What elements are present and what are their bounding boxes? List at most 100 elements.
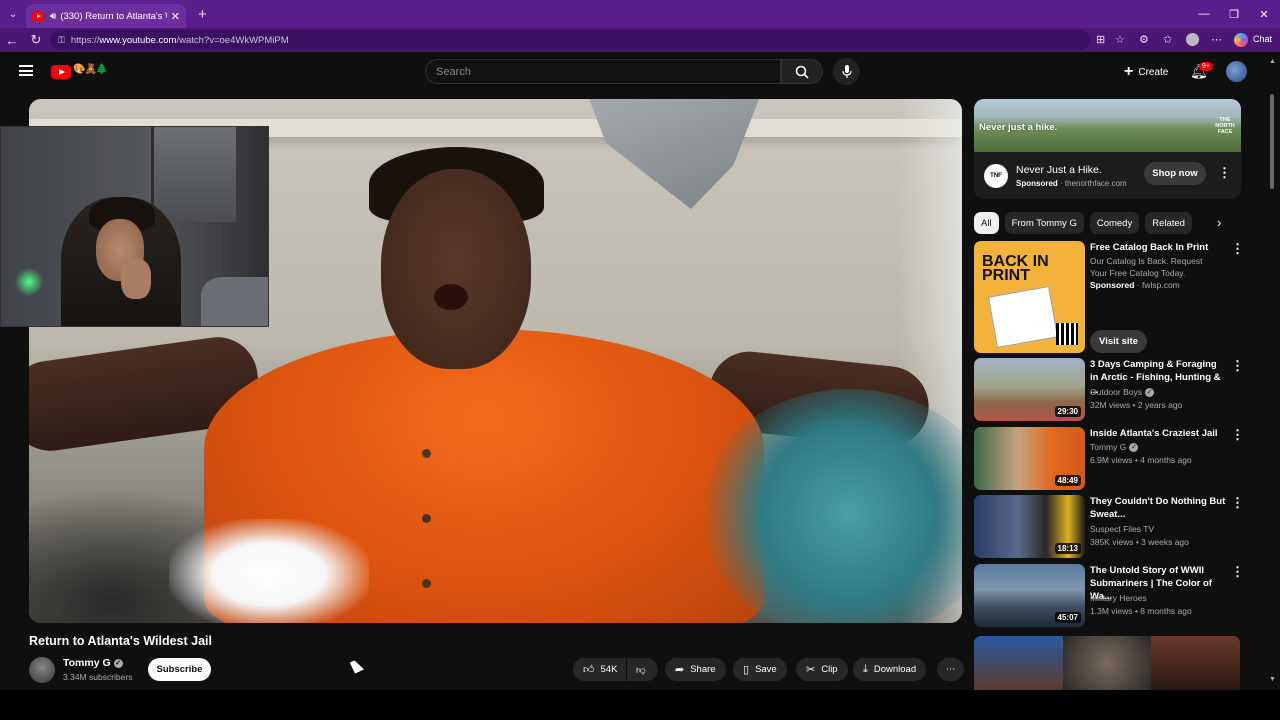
site-info-icon[interactable]: ⚿ — [58, 35, 65, 46]
address-toolbar: ← ↻ ⚿ https://www.youtube.com/watch?v=oe… — [0, 28, 1280, 52]
list-item[interactable]: 29:30 3 Days Camping & Foraging in Arcti… — [974, 358, 1244, 421]
copilot-icon[interactable] — [1234, 33, 1248, 47]
ad-title[interactable]: Never Just a Hike. — [1016, 164, 1102, 176]
list-item[interactable]: 45:07 The Untold Story of WWII Submarine… — [974, 564, 1244, 627]
url-prefix: https:// — [70, 34, 100, 46]
scroll-down-arrow-icon[interactable]: ▼ — [1269, 676, 1276, 683]
next-recommendation-thumbnail[interactable] — [974, 636, 1240, 690]
more-menu-icon[interactable]: ⋯ — [1211, 33, 1222, 46]
ad-more-icon[interactable]: ⋮ — [1218, 166, 1231, 179]
search-input[interactable]: Search — [425, 59, 781, 84]
search-button[interactable] — [781, 59, 823, 84]
save-label: Save — [755, 664, 777, 675]
back-icon[interactable]: ← — [0, 33, 24, 48]
share-button[interactable]: ➦ Share — [665, 658, 726, 681]
video-thumbnail[interactable]: 45:07 — [974, 564, 1085, 627]
voice-search-button[interactable] — [833, 58, 860, 85]
scissors-icon: ✂ — [806, 664, 816, 676]
scrollbar-thumb[interactable] — [1270, 94, 1274, 189]
subscriber-count: 3.34M subscribers — [63, 672, 133, 682]
rec-title[interactable]: Inside Atlanta's Craziest Jail — [1090, 427, 1226, 440]
favorite-star-icon[interactable]: ☆ — [1115, 33, 1125, 46]
share-icon: ➦ — [675, 664, 685, 676]
doodle-icon[interactable]: 🎨🧸🌲 — [73, 64, 108, 75]
ad-banner-text: Never just a hike. — [979, 122, 1058, 133]
filter-chips: All From Tommy G Comedy Related — [974, 211, 1244, 235]
youtube-logo[interactable] — [51, 65, 71, 79]
active-tab[interactable]: 🔊︎ (330) Return to Atlanta's Wildest Jai… — [26, 4, 186, 28]
tab-actions-menu-icon[interactable]: ⌄ — [0, 0, 26, 28]
shop-now-button[interactable]: Shop now — [1144, 162, 1206, 185]
scroll-up-arrow-icon[interactable]: ▲ — [1269, 58, 1276, 65]
webcam-green-light — [15, 267, 43, 297]
verified-icon: ✓ — [1129, 443, 1139, 452]
video-thumbnail[interactable]: 29:30 — [974, 358, 1085, 421]
rec-more-icon[interactable]: ⋮ — [1231, 565, 1244, 578]
channel-name[interactable]: Tommy G ✓ — [63, 657, 123, 669]
rec-channel[interactable]: Tommy G ✓ — [1090, 442, 1139, 452]
url-field[interactable]: ⚿ https://www.youtube.com/watch?v=oe4WkW… — [50, 30, 1090, 50]
chevron-right-icon[interactable]: › — [1217, 215, 1221, 230]
new-tab-icon[interactable]: + — [198, 6, 207, 23]
video-thumbnail[interactable]: 18:13 — [974, 495, 1085, 558]
channel-avatar[interactable] — [29, 657, 55, 683]
speaker-icon[interactable]: 🔊︎ — [50, 11, 56, 22]
like-button[interactable]: 👍︎ 54K — [573, 658, 626, 681]
rec-channel[interactable]: Military Heroes — [1090, 593, 1147, 603]
rec-more-icon[interactable]: ⋮ — [1231, 428, 1244, 441]
chip-from-channel[interactable]: From Tommy G — [1004, 212, 1084, 234]
mic-icon — [841, 64, 852, 78]
download-label: Download — [873, 664, 917, 675]
more-actions-button[interactable]: ⋯ — [937, 658, 964, 681]
refresh-icon[interactable]: ↻ — [24, 32, 48, 48]
chip-all[interactable]: All — [974, 212, 999, 234]
profile-icon[interactable] — [1186, 33, 1199, 46]
app-available-icon[interactable]: ⊞ — [1096, 33, 1105, 46]
rec-more-icon[interactable]: ⋮ — [1231, 359, 1244, 372]
sponsored-card[interactable]: BACK IN PRINT Free Catalog Back In Print… — [974, 241, 1244, 353]
save-button[interactable]: ▯ Save — [733, 658, 787, 681]
sponsored-thumbnail[interactable]: BACK IN PRINT — [974, 241, 1085, 353]
minimize-icon[interactable]: — — [1188, 0, 1220, 28]
visit-site-button[interactable]: Visit site — [1090, 330, 1147, 353]
sponsored-more-icon[interactable]: ⋮ — [1231, 242, 1244, 255]
download-button[interactable]: ⤓ Download — [853, 658, 927, 681]
duration-badge: 45:07 — [1054, 612, 1081, 623]
webcam-chair — [201, 277, 268, 326]
dislike-button[interactable]: 👎︎ — [627, 658, 658, 681]
chip-related[interactable]: Related — [1145, 212, 1192, 234]
like-count: 54K — [600, 664, 618, 675]
page-scrollbar[interactable] — [1268, 92, 1276, 690]
subscribe-button[interactable]: Subscribe — [148, 658, 211, 681]
restore-icon[interactable]: ❐ — [1218, 0, 1250, 28]
create-button[interactable]: + Create — [1116, 60, 1176, 84]
list-item[interactable]: 48:49 Inside Atlanta's Craziest Jail Tom… — [974, 427, 1244, 490]
youtube-header: 🎨🧸🌲 Search + Create 🔔︎ 9+ — [0, 52, 1280, 92]
close-window-icon[interactable]: ✕ — [1248, 0, 1280, 28]
rec-channel[interactable]: Suspect Files TV — [1090, 524, 1154, 534]
brand-logo: THE NORTH FACE — [1215, 117, 1235, 135]
sidebar-ad[interactable]: Never just a hike. THE NORTH FACE TNF Ne… — [974, 99, 1241, 199]
rec-channel[interactable]: Outdoor Boys ✓ — [1090, 387, 1154, 397]
shirt-button — [422, 514, 431, 523]
list-item[interactable]: 18:13 They Couldn't Do Nothing But Sweat… — [974, 495, 1244, 558]
account-avatar[interactable] — [1226, 61, 1247, 82]
menu-icon[interactable] — [19, 65, 33, 76]
url-path: /watch?v=oe4WkWPMiPM — [176, 34, 289, 46]
rec-title[interactable]: They Couldn't Do Nothing But Sweat... — [1090, 495, 1226, 521]
chip-comedy[interactable]: Comedy — [1089, 212, 1140, 234]
ad-banner-image[interactable]: Never just a hike. THE NORTH FACE — [974, 99, 1241, 152]
rec-more-icon[interactable]: ⋮ — [1231, 496, 1244, 509]
tab-strip: ⌄ 🔊︎ (330) Return to Atlanta's Wildest J… — [0, 0, 1280, 28]
clip-button[interactable]: ✂ Clip — [796, 658, 848, 681]
favorites-icon[interactable]: ✩ — [1163, 33, 1172, 46]
clip-label: Clip — [821, 664, 838, 675]
thumbnail-segment — [974, 636, 1063, 690]
extensions-icon[interactable]: ⚙ — [1139, 33, 1149, 46]
chat-label[interactable]: Chat — [1253, 34, 1272, 44]
download-icon: ⤓ — [863, 663, 868, 675]
sponsored-title[interactable]: Free Catalog Back In Print — [1090, 241, 1226, 254]
close-tab-icon[interactable]: ✕ — [171, 10, 180, 23]
video-thumbnail[interactable]: 48:49 — [974, 427, 1085, 490]
more-horizontal-icon: ⋯ — [945, 664, 956, 675]
